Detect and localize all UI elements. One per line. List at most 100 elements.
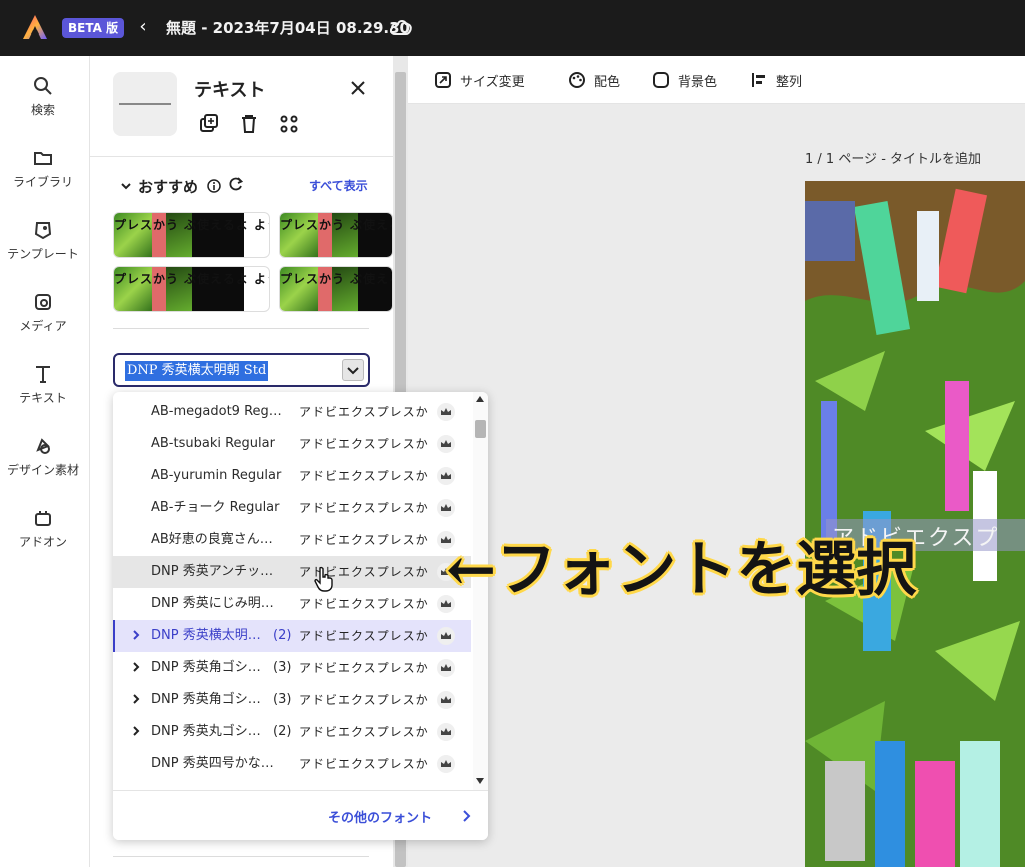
font-name: AB-tsubaki Regular	[151, 436, 275, 451]
font-preview: アドビエクスプレスか	[299, 533, 429, 547]
recommended-card[interactable]: プレスかう ぶ使えるよ ように	[113, 212, 270, 258]
font-preview: アドビエクスプレスか	[299, 469, 429, 483]
palette-icon	[569, 72, 585, 88]
font-preview: アドビエクスプレスか	[299, 437, 429, 451]
font-preview: アドビエクスプレスか	[299, 693, 429, 707]
app-window: BETA 版 ‹ 無題 - 2023年7月04日 08.29.30 検索 ライブ…	[0, 0, 1025, 867]
close-icon[interactable]	[348, 78, 368, 98]
chevron-right-icon[interactable]	[131, 725, 141, 737]
adobe-express-logo-icon[interactable]	[22, 14, 48, 40]
section-divider	[113, 856, 369, 857]
duplicate-icon[interactable]	[198, 113, 220, 135]
align-icon	[752, 73, 765, 87]
font-name: DNP 秀英角ゴシ…	[151, 660, 261, 675]
rail-item-search[interactable]: 検索	[0, 76, 86, 138]
addon-icon	[35, 511, 51, 526]
rail-item-text[interactable]: テキスト	[0, 364, 86, 426]
rail-item-templates[interactable]: テンプレート	[0, 220, 86, 282]
recommended-card[interactable]: プレスかう ぶ使えるよ ように	[279, 212, 393, 258]
font-name: AB好恵の良寛さん…	[151, 532, 273, 547]
color-scheme-button[interactable]: 配色	[568, 69, 620, 91]
font-list-item[interactable]: DNP 秀英角ゴシ… (3) アドビエクスプレスか	[113, 652, 471, 684]
font-name: DNP 秀英丸ゴシ…	[151, 724, 261, 739]
font-variant-count: (2)	[273, 628, 292, 643]
rail-item-addons[interactable]: アドオン	[0, 508, 86, 570]
font-preview: アドビエクスプレスか	[299, 725, 429, 739]
search-icon	[34, 77, 52, 95]
font-preview: アドビエクスプレスか	[299, 405, 429, 419]
premium-crown-icon	[437, 659, 455, 677]
premium-crown-icon	[437, 403, 455, 421]
left-rail: 検索 ライブラリ テンプレート メディア テキスト デザイン素材 アドオン	[0, 56, 90, 867]
font-name: AB-チョーク Regular	[151, 500, 280, 515]
font-name: DNP 秀英にじみ明…	[151, 596, 274, 611]
font-list-item[interactable]: DNP 秀英にじみ明… アドビエクスプレスか	[113, 588, 471, 620]
font-name: DNP 秀英四号かな…	[151, 756, 274, 771]
font-list-item[interactable]: DNP 秀英横太明… (2) アドビエクスプレスか	[113, 620, 471, 652]
font-list-item[interactable]: AB好恵の良寛さん… アドビエクスプレスか	[113, 524, 471, 556]
recommended-card[interactable]: プレスかう ぶ使えるよ ように	[113, 266, 270, 312]
resize-button[interactable]: サイズ変更	[434, 69, 525, 91]
chevron-right-icon[interactable]	[131, 629, 141, 641]
resize-icon	[435, 72, 451, 88]
font-dropdown-footer: その他のフォント	[113, 790, 488, 840]
font-preview: アドビエクスプレスか	[299, 757, 429, 771]
document-title[interactable]: 無題 - 2023年7月04日 08.29.30	[166, 17, 410, 39]
font-variant-count: (3)	[273, 660, 292, 675]
font-list-item[interactable]: DNP 秀英四号かな… アドビエクスプレスか	[113, 748, 471, 780]
font-name: AB-megadot9 Reg…	[151, 404, 282, 419]
back-chevron-icon[interactable]: ‹	[134, 16, 152, 38]
chevron-down-icon[interactable]	[120, 180, 132, 192]
chevron-right-icon[interactable]	[131, 693, 141, 705]
refresh-icon[interactable]	[228, 176, 244, 192]
more-fonts-link[interactable]: その他のフォント	[328, 807, 432, 826]
panel-divider	[90, 156, 393, 157]
background-color-label: 背景色	[678, 74, 718, 90]
font-list-scrollbar-thumb[interactable]	[475, 420, 486, 438]
trash-icon[interactable]	[238, 113, 260, 135]
font-variant-count: (2)	[273, 724, 292, 739]
font-list-item[interactable]: DNP 秀英アンチッ… アドビエクスプレスか	[113, 556, 471, 588]
premium-crown-icon	[437, 435, 455, 453]
background-color-icon	[653, 72, 669, 88]
cloud-icon[interactable]	[388, 16, 414, 38]
info-icon[interactable]	[207, 179, 221, 193]
color-scheme-label: 配色	[594, 74, 621, 90]
font-list-item[interactable]: AB-yurumin Regular アドビエクスプレスか	[113, 460, 471, 492]
font-list-item[interactable]: DNP 秀英角ゴシ… (3) アドビエクスプレスか	[113, 684, 471, 716]
font-list-item[interactable]: AB-tsubaki Regular アドビエクスプレスか	[113, 428, 471, 460]
font-variant-count: (3)	[273, 692, 292, 707]
font-dropdown: AB-megadot9 Reg… アドビエクスプレスか AB-tsubaki Reg…	[113, 392, 488, 840]
card-text: プレスかう ぶ使えるよ ように	[114, 218, 269, 232]
font-name: DNP 秀英角ゴシ…	[151, 692, 261, 707]
rail-item-library[interactable]: ライブラリ	[0, 148, 86, 210]
rail-item-label: テキスト	[19, 391, 67, 405]
scroll-up-arrow-icon[interactable]	[476, 396, 484, 402]
chevron-right-icon[interactable]	[131, 661, 141, 673]
rail-item-design-elements[interactable]: デザイン素材	[0, 436, 86, 498]
premium-crown-icon	[437, 691, 455, 709]
font-select-toggle[interactable]	[342, 359, 364, 381]
scroll-down-arrow-icon[interactable]	[476, 778, 484, 784]
background-color-button[interactable]: 背景色	[652, 69, 717, 91]
page-label[interactable]: 1 / 1 ページ - タイトルを追加	[805, 148, 981, 167]
media-icon	[35, 294, 51, 310]
font-family-select[interactable]: DNP 秀英横太明朝 Std	[113, 353, 370, 387]
font-list-item[interactable]: DNP 秀英丸ゴシ… (2) アドビエクスプレスか	[113, 716, 471, 748]
font-name: DNP 秀英アンチッ…	[151, 564, 274, 579]
chevron-right-icon[interactable]	[461, 809, 471, 823]
recommended-card[interactable]: プレスかう ぶ使えるよ ように	[279, 266, 393, 312]
resize-label: サイズ変更	[460, 74, 525, 90]
more-options-icon[interactable]	[278, 113, 300, 135]
font-list-item[interactable]: AB-チョーク Regular アドビエクスプレスか	[113, 492, 471, 524]
font-select-value: DNP 秀英横太明朝 Std	[125, 361, 269, 381]
font-name: DNP 秀英横太明…	[151, 628, 261, 643]
align-button[interactable]: 整列	[750, 69, 802, 91]
card-text: プレスかう ぶ使えるよ ように	[280, 218, 392, 232]
chevron-down-icon	[347, 367, 359, 375]
font-preview: アドビエクスプレスか	[299, 661, 429, 675]
font-list-item[interactable]: AB-megadot9 Reg… アドビエクスプレスか	[113, 396, 471, 428]
rail-item-media[interactable]: メディア	[0, 292, 86, 354]
see-all-link[interactable]: すべて表示	[309, 177, 368, 194]
hand-cursor-icon	[314, 566, 333, 592]
